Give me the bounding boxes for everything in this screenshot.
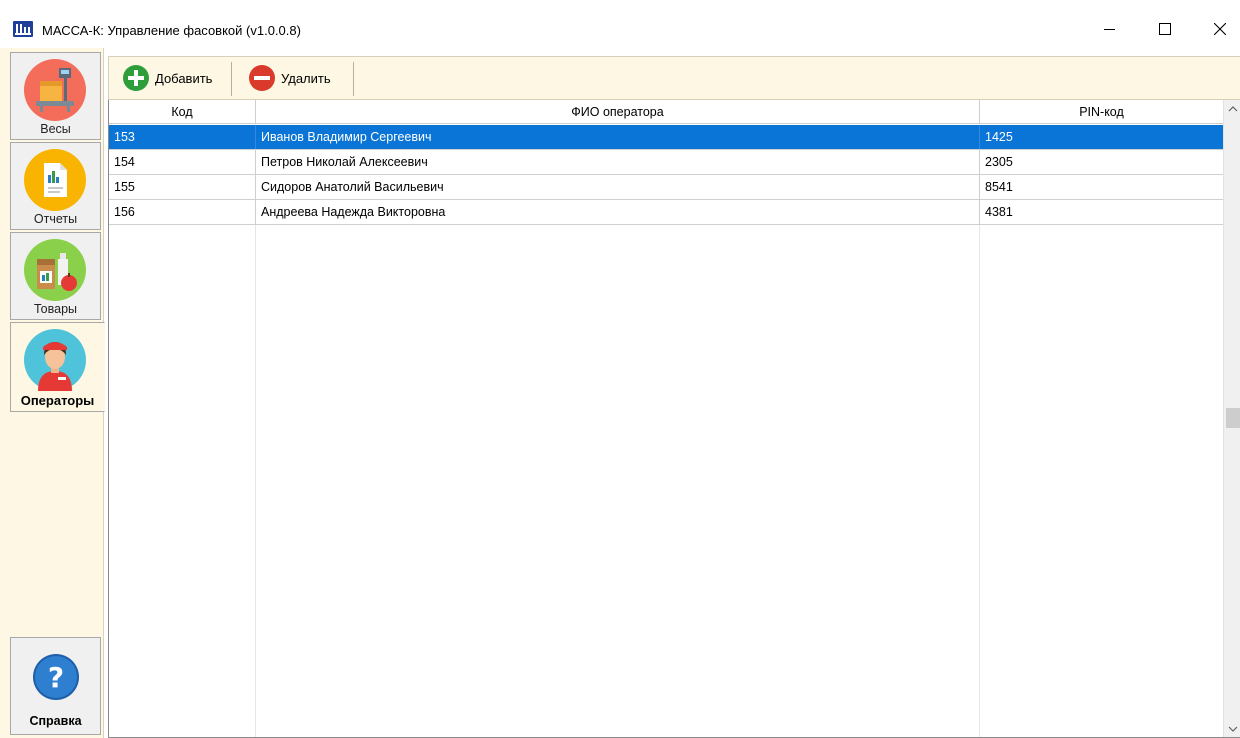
cell-code: 156 bbox=[109, 200, 256, 224]
cell-name: Петров Николай Алексеевич bbox=[256, 150, 980, 174]
title-bar: МАССА-К: Управление фасовкой (v1.0.0.8) bbox=[0, 0, 1240, 48]
cell-name: Андреева Надежда Викторовна bbox=[256, 200, 980, 224]
app-logo-icon bbox=[13, 21, 33, 37]
table-row[interactable]: 154 Петров Николай Алексеевич 2305 bbox=[109, 150, 1223, 175]
scroll-down-button[interactable] bbox=[1224, 720, 1240, 737]
maximize-button[interactable] bbox=[1141, 9, 1189, 48]
sidebar: Весы Отчеты Товары Операторы ? Справка bbox=[0, 48, 105, 738]
chevron-down-icon bbox=[1228, 726, 1238, 732]
table-row[interactable]: 156 Андреева Надежда Викторовна 4381 bbox=[109, 200, 1223, 225]
goods-icon bbox=[24, 239, 86, 301]
cell-pin: 4381 bbox=[985, 205, 1013, 219]
operators-table: Код ФИО оператора PIN-код 153 Иванов Вла… bbox=[108, 100, 1240, 738]
column-header-code[interactable]: Код bbox=[109, 100, 256, 124]
main-content: Добавить Удалить Код ФИО оператора PIN-к… bbox=[104, 48, 1240, 738]
minimize-button[interactable] bbox=[1086, 9, 1134, 48]
sidebar-item-label: Весы bbox=[40, 122, 71, 136]
add-button-label: Добавить bbox=[155, 70, 213, 86]
toolbar-separator bbox=[353, 62, 354, 96]
delete-button[interactable]: Удалить bbox=[249, 61, 331, 95]
report-icon bbox=[24, 149, 86, 211]
sidebar-item-label: Операторы bbox=[20, 393, 95, 408]
minus-icon bbox=[249, 65, 275, 91]
sidebar-item-goods[interactable]: Товары bbox=[10, 232, 101, 320]
delete-button-label: Удалить bbox=[281, 70, 331, 86]
sidebar-item-label: Отчеты bbox=[33, 212, 78, 226]
cell-name: Иванов Владимир Сергеевич bbox=[256, 125, 980, 149]
cell-code: 154 bbox=[109, 150, 256, 174]
scroll-up-button[interactable] bbox=[1224, 100, 1240, 118]
maximize-icon bbox=[1159, 22, 1171, 35]
column-header-pin[interactable]: PIN-код bbox=[980, 100, 1223, 124]
sidebar-item-reports[interactable]: Отчеты bbox=[10, 142, 101, 230]
table-header: Код ФИО оператора PIN-код bbox=[109, 100, 1223, 124]
cell-pin: 1425 bbox=[985, 130, 1013, 144]
vertical-scrollbar[interactable] bbox=[1223, 100, 1240, 737]
help-label: Справка bbox=[29, 714, 82, 728]
cell-code: 155 bbox=[109, 175, 256, 199]
sidebar-item-help[interactable]: ? Справка bbox=[10, 637, 101, 735]
sidebar-item-operators[interactable]: Операторы bbox=[10, 322, 105, 412]
column-header-name[interactable]: ФИО оператора bbox=[256, 100, 980, 124]
table-row[interactable]: 155 Сидоров Анатолий Васильевич 8541 bbox=[109, 175, 1223, 200]
add-button[interactable]: Добавить bbox=[123, 61, 212, 95]
operator-icon bbox=[24, 329, 86, 391]
cell-pin: 2305 bbox=[985, 155, 1013, 169]
cell-pin: 8541 bbox=[985, 180, 1013, 194]
window-title: МАССА-К: Управление фасовкой (v1.0.0.8) bbox=[42, 23, 301, 38]
close-button[interactable] bbox=[1196, 9, 1240, 48]
toolbar-separator bbox=[231, 62, 232, 96]
sidebar-item-label: Товары bbox=[34, 302, 77, 316]
minimize-icon bbox=[1104, 28, 1115, 30]
plus-icon bbox=[123, 65, 149, 91]
cell-name: Сидоров Анатолий Васильевич bbox=[256, 175, 980, 199]
toolbar: Добавить Удалить bbox=[108, 56, 1240, 100]
scale-icon bbox=[24, 59, 86, 121]
table-row[interactable]: 153 Иванов Владимир Сергеевич 1425 bbox=[109, 125, 1223, 150]
help-icon: ? bbox=[33, 654, 79, 700]
close-icon bbox=[1214, 22, 1226, 35]
chevron-up-icon bbox=[1228, 106, 1238, 112]
sidebar-item-scales[interactable]: Весы bbox=[10, 52, 101, 140]
cell-code: 153 bbox=[109, 125, 256, 149]
scrollbar-thumb[interactable] bbox=[1226, 408, 1240, 428]
svg-text:?: ? bbox=[48, 661, 64, 694]
